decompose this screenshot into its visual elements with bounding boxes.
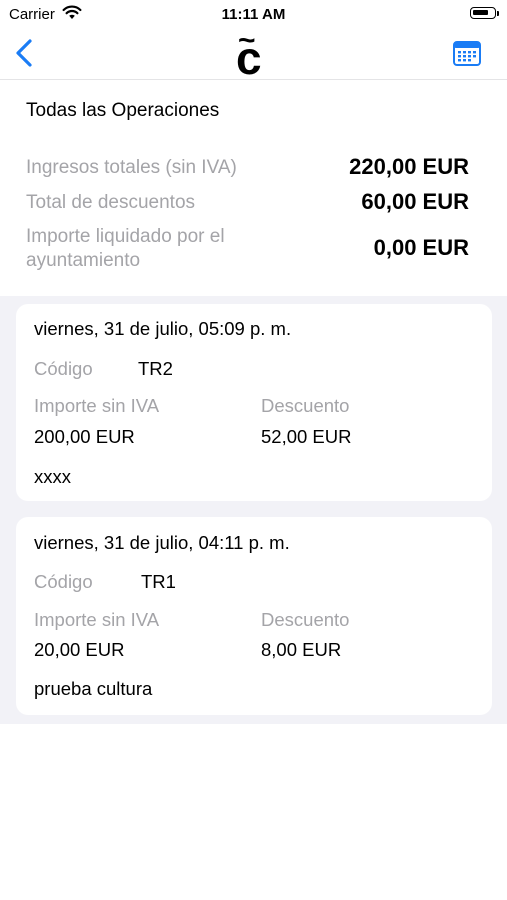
amount-value: 200,00 EUR [34, 426, 135, 447]
code-label: Código [34, 571, 93, 592]
settled-amount-label-line2: ayuntamiento [26, 250, 141, 271]
total-income-label: Ingresos totales (sin IVA) [26, 157, 237, 178]
total-discounts-label: Total de descuentos [26, 192, 196, 213]
discount-label: Descuento [261, 609, 350, 630]
code-value: TR1 [141, 571, 176, 592]
settled-amount-value: 0,00 EUR [373, 235, 469, 260]
operation-card[interactable]: viernes, 31 de julio, 04:11 p. m. Código… [16, 517, 492, 715]
amount-label: Importe sin IVA [34, 609, 160, 630]
amount-value: 20,00 EUR [34, 639, 125, 660]
operation-card[interactable]: viernes, 31 de julio, 05:09 p. m. Código… [16, 304, 492, 501]
discount-value: 8,00 EUR [261, 639, 342, 660]
operations-list: viernes, 31 de julio, 05:09 p. m. Código… [0, 296, 507, 724]
app-logo: ~ c [232, 26, 276, 84]
discount-label: Descuento [261, 395, 350, 416]
chevron-left-icon [16, 39, 32, 67]
total-discounts-value: 60,00 EUR [361, 189, 469, 214]
page-title: Todas las Operaciones [26, 100, 220, 121]
code-value: TR2 [138, 358, 173, 379]
battery-icon [470, 7, 496, 19]
discount-value: 52,00 EUR [261, 426, 352, 447]
code-label: Código [34, 358, 93, 379]
navigation-bar: ~ c [0, 26, 507, 84]
back-button[interactable] [10, 38, 40, 68]
settled-amount-label-line1: Importe liquidado por el [26, 226, 225, 247]
summary-section: Todas las Operaciones Ingresos totales (… [0, 80, 507, 296]
operation-note: xxxx [34, 466, 71, 487]
logo-letter: c [236, 32, 262, 84]
calendar-button[interactable] [452, 39, 482, 67]
battery-nub [497, 11, 499, 16]
operation-date: viernes, 31 de julio, 04:11 p. m. [34, 532, 290, 553]
status-time: 11:11 AM [221, 6, 286, 23]
amount-label: Importe sin IVA [34, 395, 160, 416]
operation-date: viernes, 31 de julio, 05:09 p. m. [34, 318, 292, 339]
total-income-value: 220,00 EUR [349, 154, 469, 179]
calendar-icon [453, 41, 481, 66]
operation-note: prueba cultura [34, 678, 153, 699]
